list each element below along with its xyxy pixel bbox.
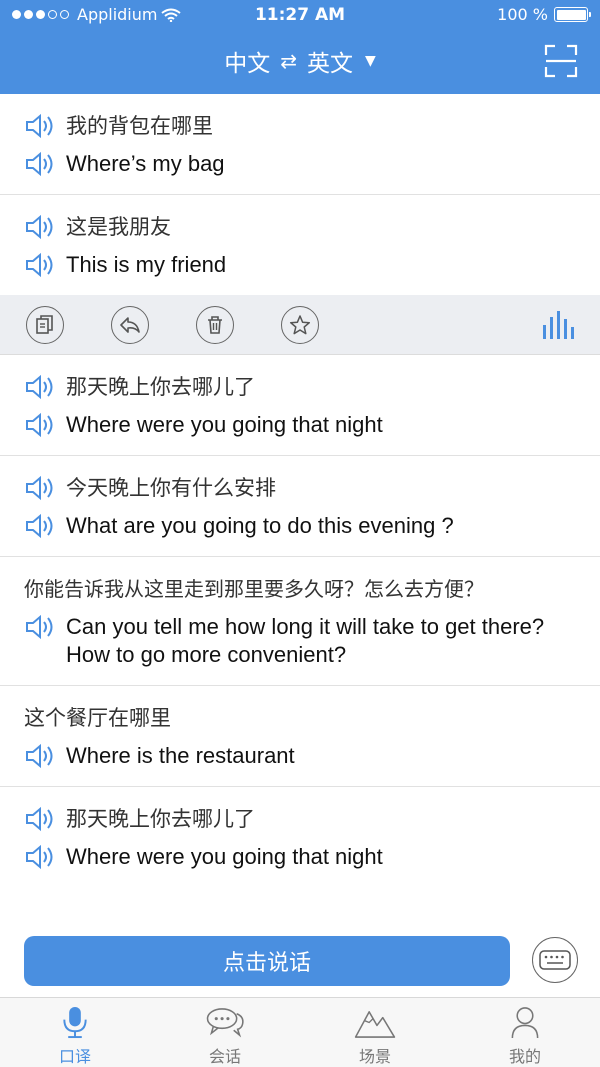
list-item[interactable]: 这个餐厅在哪里 Where is the restaurant	[0, 686, 600, 787]
battery-percent: 100 %	[497, 5, 548, 24]
star-icon	[289, 314, 311, 334]
reply-button[interactable]	[111, 305, 149, 344]
speaker-icon[interactable]	[24, 742, 56, 770]
translated-text: Where’s my bag	[66, 151, 225, 176]
tab-label: 我的	[508, 1047, 541, 1066]
translated-text: This is my friend	[66, 252, 227, 277]
top-bar: Applidium 11:27 AM 100 % 中文 ⇄ 英文 ▼	[0, 0, 600, 94]
trash-icon	[208, 315, 222, 334]
translated-text: Where were you going that night	[66, 412, 383, 437]
target-language[interactable]: 英文	[307, 44, 353, 78]
speaker-icon[interactable]	[24, 512, 56, 540]
favorite-button[interactable]	[281, 305, 319, 344]
list-item[interactable]: 你能告诉我从这里走到那里要多久呀？怎么去方便？ Can you tell me …	[0, 557, 600, 686]
item-action-toolbar	[0, 295, 600, 355]
tab-label: 场景	[358, 1047, 391, 1066]
speaker-icon[interactable]	[24, 150, 56, 178]
audio-bars-icon[interactable]	[542, 311, 574, 339]
scan-icon[interactable]	[544, 44, 578, 78]
language-selector[interactable]: 中文 ⇄ 英文 ▼	[0, 44, 600, 78]
mountains-icon	[354, 1011, 396, 1038]
translated-text: Where is the restaurant	[66, 743, 295, 768]
person-icon	[511, 1007, 539, 1039]
tab-interpret[interactable]: 口译	[0, 998, 150, 1067]
source-language[interactable]: 中文	[224, 44, 270, 78]
source-text: 那天晚上你去哪儿了	[66, 807, 255, 831]
keyboard-button[interactable]	[532, 937, 578, 983]
source-text: 这是我朋友	[66, 215, 171, 239]
source-text: 那天晚上你去哪儿了	[66, 375, 255, 399]
list-item[interactable]: 那天晚上你去哪儿了 Where were you going that nigh…	[0, 355, 600, 456]
speaker-icon[interactable]	[24, 373, 56, 401]
tab-label: 会话	[208, 1047, 241, 1066]
list-item[interactable]: 我的背包在哪里 Where’s my bag	[0, 94, 600, 195]
source-text: 我的背包在哪里	[66, 114, 213, 138]
list-item[interactable]: 那天晚上你去哪儿了 Where were you going that nigh…	[0, 787, 600, 887]
swap-languages-icon[interactable]: ⇄	[280, 49, 297, 73]
speak-button[interactable]: 点击说话	[24, 936, 510, 986]
speaker-icon[interactable]	[24, 112, 56, 140]
source-text: 你能告诉我从这里走到那里要多久呀？怎么去方便？	[24, 577, 484, 601]
nav-bar: 中文 ⇄ 英文 ▼	[0, 30, 600, 94]
translated-text: What are you going to do this evening ?	[66, 513, 454, 538]
copy-button[interactable]	[26, 305, 64, 344]
speaker-icon[interactable]	[24, 805, 56, 833]
battery-status: 100 %	[497, 5, 591, 24]
microphone-icon	[63, 1006, 87, 1039]
speaker-icon[interactable]	[24, 843, 56, 871]
speaker-icon[interactable]	[24, 613, 56, 641]
speaker-icon[interactable]	[24, 474, 56, 502]
tab-conversation[interactable]: 会话	[150, 998, 300, 1067]
tab-label: 口译	[58, 1047, 91, 1066]
translation-list: 我的背包在哪里 Where’s my bag 这是我朋友 This is my …	[0, 94, 600, 887]
input-bar: 点击说话	[0, 925, 600, 997]
chevron-down-icon[interactable]: ▼	[365, 53, 376, 69]
list-item[interactable]: 今天晚上你有什么安排 What are you going to do this…	[0, 456, 600, 557]
speaker-icon[interactable]	[24, 251, 56, 279]
translated-text: Where were you going that night	[66, 844, 383, 869]
source-text: 这个餐厅在哪里	[24, 706, 171, 730]
tab-scenes[interactable]: 场景	[300, 998, 450, 1067]
battery-icon	[554, 7, 591, 22]
chat-bubbles-icon	[206, 1008, 244, 1038]
speaker-icon[interactable]	[24, 411, 56, 439]
delete-button[interactable]	[196, 305, 234, 344]
reply-icon	[120, 316, 140, 333]
status-bar: Applidium 11:27 AM 100 %	[0, 0, 600, 30]
tab-bar: 口译 会话 场景 我的	[0, 997, 600, 1067]
speaker-icon[interactable]	[24, 213, 56, 241]
translated-text: Can you tell me how long it will take to…	[66, 614, 545, 667]
keyboard-icon	[539, 950, 571, 970]
source-text: 今天晚上你有什么安排	[66, 476, 276, 500]
list-item[interactable]: 这是我朋友 This is my friend	[0, 195, 600, 295]
copy-icon	[36, 314, 53, 334]
tab-profile[interactable]: 我的	[450, 998, 600, 1067]
